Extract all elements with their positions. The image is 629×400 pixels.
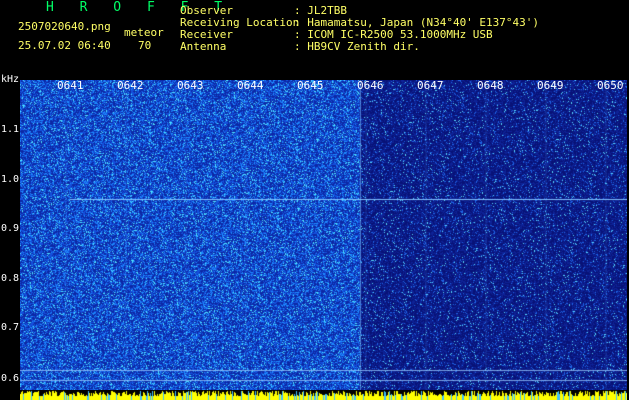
header-panel: H R O F F T 2507020640.png meteor 25.07.…	[0, 0, 629, 80]
time-tick: 0649	[537, 79, 564, 92]
time-tick: 0650	[597, 79, 624, 92]
signal-baseline-strip	[20, 390, 627, 400]
image-filename: 2507020640.png	[18, 20, 111, 33]
freq-tick: 1.1	[1, 124, 20, 135]
time-tick: 0646	[357, 79, 384, 92]
freq-tick: 0.7	[1, 322, 20, 333]
waterfall-spectrogram	[20, 80, 627, 390]
capture-datetime: 25.07.02 06:40	[18, 39, 111, 52]
time-tick: 0648	[477, 79, 504, 92]
time-tick: 0647	[417, 79, 444, 92]
freq-tick: 0.8	[1, 273, 20, 284]
antenna-value: : HB9CV Zenith dir.	[294, 40, 420, 53]
meteor-count: 70	[138, 39, 152, 52]
spectrogram-canvas	[20, 80, 627, 390]
freq-tick: 1.0	[1, 174, 20, 185]
time-tick: 0642	[117, 79, 144, 92]
time-tick: 0645	[297, 79, 324, 92]
freq-unit-label: kHz	[1, 74, 20, 85]
meteor-label: meteor	[124, 26, 164, 39]
antenna-label: Antenna	[180, 40, 227, 53]
freq-tick: 0.6	[1, 373, 20, 384]
time-tick: 0641	[57, 79, 84, 92]
time-tick: 0643	[177, 79, 204, 92]
time-tick: 0644	[237, 79, 264, 92]
freq-tick: 0.9	[1, 223, 20, 234]
